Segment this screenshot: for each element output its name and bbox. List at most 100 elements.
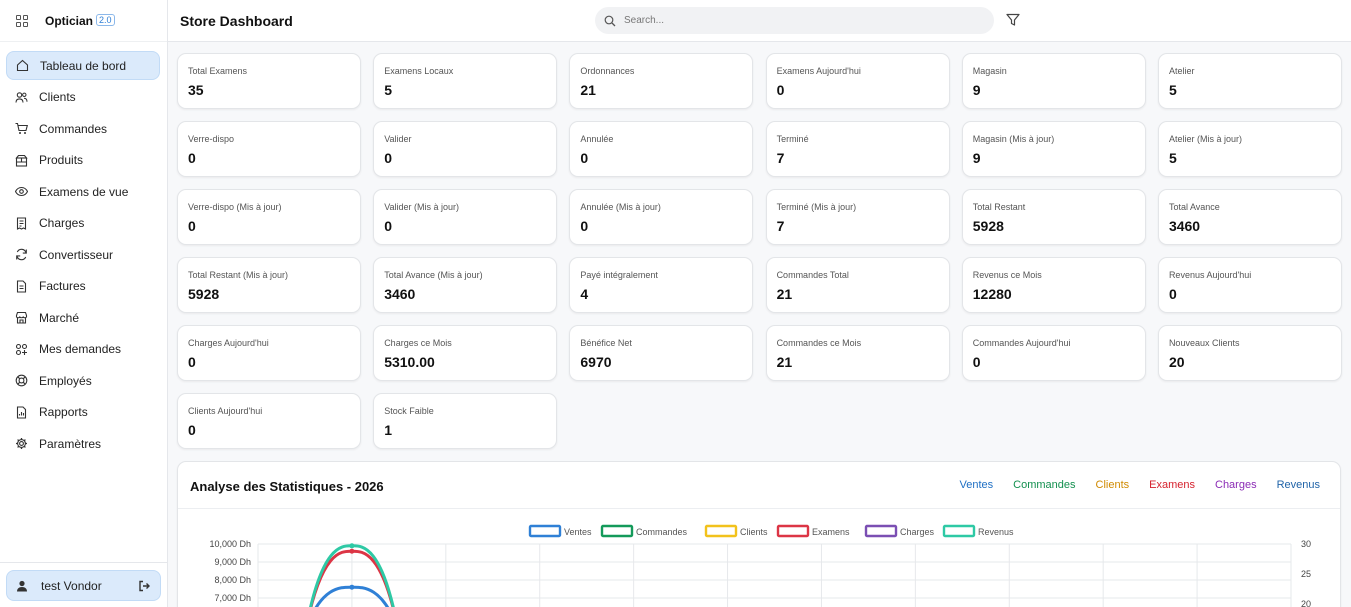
stat-card: Commandes Total 21 <box>765 257 950 313</box>
stat-card-value: 9 <box>972 82 981 98</box>
brand-name: Optician <box>45 13 94 28</box>
stat-card-label: Total Restant <box>972 202 1026 212</box>
box-icon <box>15 154 28 167</box>
search-bar[interactable] <box>595 7 994 34</box>
sidebar-item-factures[interactable]: Factures <box>6 272 160 301</box>
stat-card-label: Atelier <box>1168 66 1195 76</box>
sidebar-item-label: Tableau de bord <box>40 58 127 73</box>
stat-card-label: Stock Faible <box>384 406 434 416</box>
stat-card-value: 0 <box>384 150 392 166</box>
sidebar-divider <box>0 562 168 563</box>
user-name: test Vondor <box>41 578 102 593</box>
sidebar-item-produits[interactable]: Produits <box>6 146 160 175</box>
y-right-tick-label: 30 <box>1301 539 1311 549</box>
stat-card-label: Commandes ce Mois <box>776 338 862 348</box>
search-input[interactable] <box>624 15 964 26</box>
legend-label: Commandes <box>636 527 688 537</box>
stat-card-label: Commandes Total <box>776 270 849 280</box>
sidebar-item-employ-s[interactable]: Employés <box>6 366 160 395</box>
stat-card-value: 0 <box>188 218 196 234</box>
stat-card-value: 21 <box>776 286 793 302</box>
stat-card-label: Annulée (Mis à jour) <box>580 202 661 212</box>
tab-examens[interactable]: Examens <box>1149 479 1195 491</box>
stat-card-value: 7 <box>776 150 785 166</box>
legend-swatch <box>942 524 976 538</box>
stat-card: Bénéfice Net 6970 <box>569 325 754 381</box>
sidebar-item-charges[interactable]: Charges <box>6 209 160 238</box>
statistics-tabs: Ventes Commandes Clients Examens Charges Reve… <box>940 479 1320 491</box>
stat-card-value: 6970 <box>580 354 612 370</box>
y-tick-label: 9,000 Dh <box>214 557 251 567</box>
stat-card: Stock Faible 1 <box>373 393 558 449</box>
legend-label: Charges <box>900 527 935 537</box>
sidebar-item-convertisseur[interactable]: Convertisseur <box>6 240 160 269</box>
sidebar-item-label: Clients <box>39 90 76 104</box>
stat-card-value: 21 <box>580 82 596 98</box>
stat-card-value: 0 <box>580 218 589 234</box>
stat-card-value: 4 <box>580 286 589 302</box>
stat-card: Atelier 5 <box>1157 53 1342 109</box>
users-icon <box>15 91 28 103</box>
apps-grid-icon[interactable] <box>16 14 28 27</box>
sidebar-item-label: Convertisseur <box>39 247 114 262</box>
stat-card-value: 0 <box>1168 286 1177 302</box>
stat-card-value: 0 <box>188 422 196 438</box>
logout-icon[interactable] <box>138 580 150 592</box>
stat-card-value: 5 <box>1168 150 1177 166</box>
page-title: Store Dashboard <box>180 13 293 29</box>
tab-commandes[interactable]: Commandes <box>1013 479 1075 491</box>
sidebar-item-tableau-de-bord[interactable]: Tableau de bord <box>6 51 160 80</box>
stat-card-value: 0 <box>384 218 392 234</box>
y-right-tick-label: 25 <box>1301 569 1311 579</box>
y-tick-label: 7,000 Dh <box>214 593 251 603</box>
sidebar-item-clients[interactable]: Clients <box>6 83 160 112</box>
stat-card-label: Total Avance <box>1168 202 1220 212</box>
sidebar-item-label: Rapports <box>39 405 88 419</box>
tab-charges[interactable]: Charges <box>1215 479 1257 491</box>
stat-card-label: Commandes Aujourd'hui <box>972 338 1071 348</box>
stat-card-label: Valider <box>384 134 412 144</box>
sidebar-item-examens-de-vue[interactable]: Examens de vue <box>6 177 160 206</box>
stat-card: Ordonnances 21 <box>569 53 754 109</box>
stat-card-value: 5928 <box>188 286 220 302</box>
sidebar-item-label: Employés <box>39 373 92 388</box>
user-account-button[interactable]: test Vondor <box>6 570 161 601</box>
legend-swatch <box>600 524 634 538</box>
stat-card: Valider 0 <box>373 121 558 177</box>
tab-revenus[interactable]: Revenus <box>1277 479 1320 491</box>
sidebar-item-label: Commandes <box>39 121 108 136</box>
sidebar-item-rapports[interactable]: Rapports <box>6 398 160 427</box>
sidebar-item-param-tres[interactable]: Paramètres <box>6 429 160 458</box>
sidebar-item-commandes[interactable]: Commandes <box>6 114 160 143</box>
stat-card-value: 1 <box>384 422 392 438</box>
legend-swatch <box>776 524 810 538</box>
stat-card-label: Valider (Mis à jour) <box>384 202 460 212</box>
stat-card-label: Revenus Aujourd'hui <box>1168 270 1252 280</box>
stat-card: Examens Locaux 5 <box>373 53 558 109</box>
stat-card-label: Revenus ce Mois <box>972 270 1042 280</box>
tab-clients[interactable]: Clients <box>1096 479 1130 491</box>
sidebar-item-march-[interactable]: Marché <box>6 303 160 332</box>
sidebar-item-mes-demandes[interactable]: Mes demandes <box>6 335 160 364</box>
y-tick-label: 8,000 Dh <box>214 575 251 585</box>
stat-card-value: 7 <box>776 218 785 234</box>
stat-card-label: Total Restant (Mis à jour) <box>188 270 289 280</box>
stat-card-value: 0 <box>972 354 981 370</box>
tab-ventes[interactable]: Ventes <box>960 479 994 491</box>
stat-card: Annulée (Mis à jour) 0 <box>569 189 754 245</box>
stat-card-label: Nouveaux Clients <box>1168 338 1240 348</box>
stat-card-label: Magasin <box>972 66 1007 76</box>
stat-card-label: Atelier (Mis à jour) <box>1168 134 1242 144</box>
filter-icon[interactable] <box>1006 13 1020 27</box>
store-icon <box>15 311 28 324</box>
search-icon <box>604 15 616 26</box>
sidebar-item-label: Mes demandes <box>39 342 122 356</box>
report-icon <box>16 405 27 419</box>
stat-card-label: Examens Locaux <box>384 66 454 76</box>
stat-card: Commandes ce Mois 21 <box>765 325 950 381</box>
stat-card: Total Restant (Mis à jour) 5928 <box>177 257 361 313</box>
stat-card-value: 9 <box>972 150 981 166</box>
stat-card: Annulée 0 <box>569 121 754 177</box>
stat-card-label: Bénéfice Net <box>580 338 632 348</box>
document-icon <box>16 279 27 293</box>
